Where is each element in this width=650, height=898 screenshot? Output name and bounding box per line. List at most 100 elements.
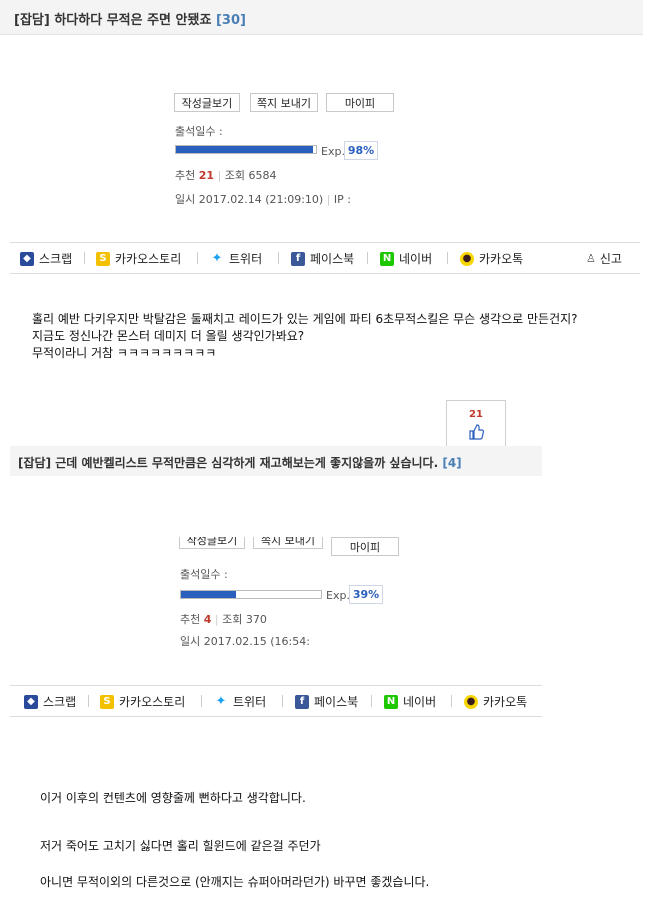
body-line: 무적이라니 거참 ㅋㅋㅋㅋㅋㅋㅋㅋㅋ bbox=[32, 346, 217, 360]
facebook-label: 페이스북 bbox=[314, 695, 359, 709]
naver-label: 네이버 bbox=[403, 695, 437, 709]
kakaotalk-label: 카카오톡 bbox=[479, 252, 524, 266]
exp-bar-fill bbox=[176, 146, 314, 153]
divider bbox=[367, 252, 368, 264]
exp-label: Exp. bbox=[326, 589, 350, 602]
body-line: 지금도 정신나간 몬스터 데미지 더 올릴 생각인가봐요? bbox=[32, 329, 305, 343]
post-title[interactable]: [잡담] 하다하다 무적은 주면 안됐죠 [30] bbox=[14, 9, 246, 28]
post-title-text[interactable]: [잡담] 근데 예반켈리스트 무적만큼은 심각하게 재고해보는게 좋지않을까 싶… bbox=[18, 456, 438, 470]
post-title-bar: [잡담] 하다하다 무적은 주면 안됐죠 [30] bbox=[0, 0, 643, 35]
kakaotalk-label: 카카오톡 bbox=[483, 695, 528, 709]
twitter-icon: ✦ bbox=[210, 250, 224, 266]
exp-percent: 98% bbox=[344, 141, 378, 160]
post-title[interactable]: [잡담] 근데 예반켈리스트 무적만큼은 심각하게 재고해보는게 좋지않을까 싶… bbox=[18, 454, 462, 471]
mypi-button[interactable]: 마이피 bbox=[331, 537, 399, 556]
exp-bar bbox=[180, 590, 322, 599]
twitter-button[interactable]: ✦ 트위터 bbox=[210, 250, 262, 267]
divider bbox=[282, 695, 283, 707]
kakaostory-button[interactable]: S 카카오스토리 bbox=[100, 693, 185, 710]
attendance-label: 출석일수 : bbox=[180, 568, 228, 581]
body-line: 저거 죽어도 고치기 싫다면 홀리 힐윈드에 같은걸 주던가 bbox=[40, 839, 321, 853]
views-count: 6584 bbox=[248, 169, 277, 182]
mypi-button[interactable]: 마이피 bbox=[326, 93, 394, 112]
scrap-button[interactable]: ◆ 스크랩 bbox=[24, 693, 76, 710]
divider: | bbox=[217, 169, 222, 182]
divider bbox=[447, 252, 448, 264]
divider bbox=[88, 695, 89, 707]
exp-label: Exp. bbox=[321, 145, 345, 158]
views-count: 370 bbox=[245, 613, 267, 626]
divider bbox=[201, 695, 202, 707]
exp-bar-fill bbox=[181, 591, 236, 598]
body-line: 아니면 무적이외의 다른것으로 (안깨지는 슈퍼아머라던가) 바꾸면 좋겠습니다… bbox=[40, 875, 430, 889]
comment-count[interactable]: [4] bbox=[442, 456, 461, 470]
twitter-label: 트위터 bbox=[233, 695, 267, 709]
kakaotalk-button[interactable]: ● 카카오톡 bbox=[460, 250, 523, 267]
naver-button[interactable]: N 네이버 bbox=[384, 693, 436, 710]
post-date: 일시 2017.02.14 (21:09:10) bbox=[175, 193, 324, 206]
recommend-label: 추천 bbox=[175, 169, 196, 182]
naver-button[interactable]: N 네이버 bbox=[380, 250, 432, 267]
author-buttons: 작성글보기 쪽지 보내기 마이피 bbox=[175, 537, 405, 558]
twitter-button[interactable]: ✦ 트위터 bbox=[214, 693, 266, 710]
divider bbox=[278, 252, 279, 264]
divider bbox=[371, 695, 372, 707]
recommend-count: 4 bbox=[203, 613, 212, 626]
scrap-label: 스크랩 bbox=[39, 252, 73, 266]
divider bbox=[197, 252, 198, 264]
views-label: 조회 bbox=[222, 613, 243, 626]
facebook-icon: f bbox=[295, 694, 309, 709]
divider: | bbox=[214, 613, 219, 626]
view-posts-button[interactable]: 작성글보기 bbox=[179, 537, 245, 549]
kakaostory-button[interactable]: S 카카오스토리 bbox=[96, 250, 181, 267]
date-line: 일시 2017.02.14 (21:09:10) | IP : bbox=[175, 191, 351, 207]
facebook-button[interactable]: f 페이스북 bbox=[291, 250, 354, 267]
facebook-button[interactable]: f 페이스북 bbox=[295, 693, 358, 710]
naver-icon: N bbox=[384, 694, 398, 709]
kakaotalk-button[interactable]: ● 카카오톡 bbox=[464, 693, 527, 710]
kakaostory-icon: S bbox=[96, 251, 110, 266]
naver-icon: N bbox=[380, 251, 394, 266]
post-date: 일시 2017.02.15 (16:54:18 bbox=[180, 635, 310, 648]
facebook-label: 페이스북 bbox=[310, 252, 355, 266]
kakaotalk-icon: ● bbox=[464, 694, 478, 709]
kakaostory-icon: S bbox=[100, 694, 114, 709]
date-line: 일시 2017.02.15 (16:54:18 bbox=[180, 633, 310, 649]
scrap-button[interactable]: ◆ 스크랩 bbox=[20, 250, 72, 267]
divider bbox=[84, 252, 85, 264]
thumbs-up-icon bbox=[469, 424, 484, 440]
post-title-text[interactable]: [잡담] 하다하다 무적은 주면 안됐죠 bbox=[14, 13, 211, 28]
view-posts-button[interactable]: 작성글보기 bbox=[174, 93, 240, 112]
scrap-label: 스크랩 bbox=[43, 695, 77, 709]
divider bbox=[451, 695, 452, 707]
kakaotalk-icon: ● bbox=[460, 251, 474, 266]
report-button[interactable]: ♙ 신고 bbox=[586, 250, 622, 267]
exp-percent: 39% bbox=[349, 585, 383, 604]
divider: | bbox=[326, 193, 331, 206]
scrap-icon: ◆ bbox=[24, 694, 38, 709]
stats-line: 추천 4 | 조회 370 bbox=[180, 611, 267, 627]
ip-label: IP : bbox=[333, 193, 352, 206]
scrap-icon: ◆ bbox=[20, 251, 34, 266]
views-label: 조회 bbox=[224, 169, 246, 182]
stats-line: 추천 21 | 조회 6584 bbox=[175, 167, 277, 183]
exp-bar bbox=[175, 145, 317, 154]
share-bar: ◆ 스크랩 S 카카오스토리 ✦ 트위터 f 페이스북 N 네이버 ● 카카오톡 bbox=[10, 685, 542, 717]
attendance-label: 출석일수 : bbox=[175, 125, 223, 138]
body-line: 이거 이후의 컨텐츠에 영향줄께 뻔하다고 생각합니다. bbox=[40, 791, 306, 805]
send-message-button[interactable]: 쪽지 보내기 bbox=[253, 537, 323, 549]
post-title-bar: [잡담] 근데 예반켈리스트 무적만큼은 심각하게 재고해보는게 좋지않을까 싶… bbox=[10, 446, 542, 476]
report-label: 신고 bbox=[599, 252, 622, 266]
post-body: 홀리 예반 다키우지만 박탈감은 둘째치고 레이드가 있는 게임에 파티 6초무… bbox=[32, 311, 578, 362]
comment-count[interactable]: [30] bbox=[216, 13, 246, 28]
body-line: 홀리 예반 다키우지만 박탈감은 둘째치고 레이드가 있는 게임에 파티 6초무… bbox=[32, 312, 578, 326]
kakaostory-label: 카카오스토리 bbox=[115, 252, 182, 266]
twitter-label: 트위터 bbox=[229, 252, 263, 266]
send-message-button[interactable]: 쪽지 보내기 bbox=[250, 93, 318, 112]
recommend-label: 추천 bbox=[180, 613, 201, 626]
recommend-box[interactable]: 21 bbox=[446, 400, 506, 450]
recommend-count: 21 bbox=[469, 409, 483, 420]
kakaostory-label: 카카오스토리 bbox=[119, 695, 186, 709]
recommend-count: 21 bbox=[198, 169, 215, 182]
share-bar: ◆ 스크랩 S 카카오스토리 ✦ 트위터 f 페이스북 N 네이버 ● 카카오톡… bbox=[10, 242, 640, 274]
